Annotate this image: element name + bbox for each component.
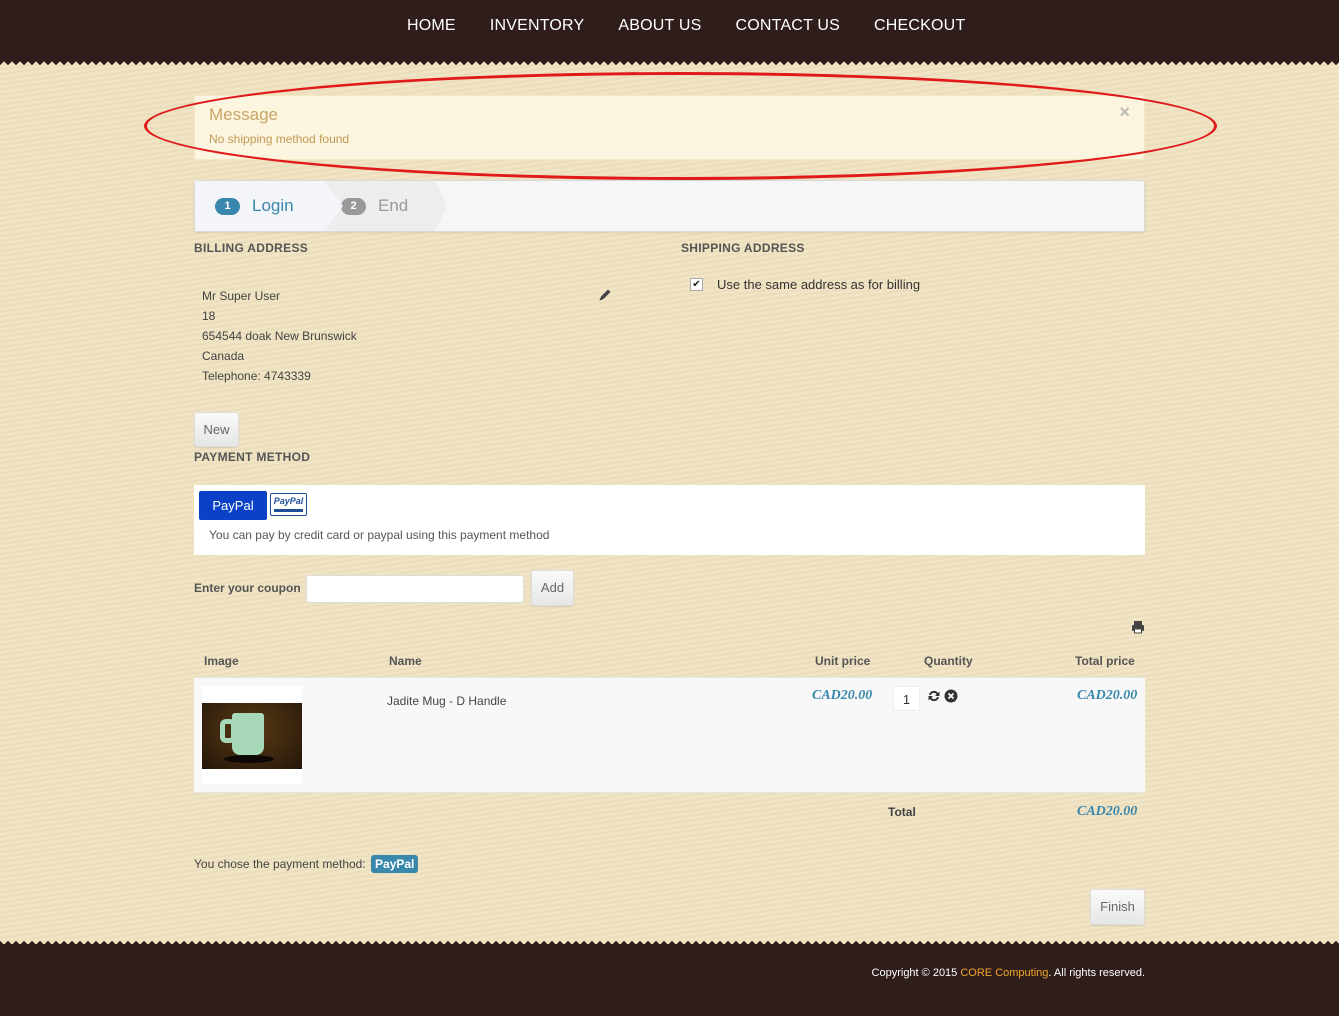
paypal-button[interactable]: PayPal — [199, 491, 267, 520]
billing-line: Telephone: 4743339 — [202, 369, 311, 383]
shipping-address-title: SHIPPING ADDRESS — [681, 241, 805, 255]
header-image: Image — [204, 654, 239, 668]
refresh-icon[interactable] — [927, 689, 941, 703]
billing-address-title: BILLING ADDRESS — [194, 241, 309, 255]
table-row: Jadite Mug - D Handle CAD20.00 1 CAD20.0… — [194, 677, 1145, 793]
add-coupon-button[interactable]: Add — [531, 570, 574, 606]
print-icon[interactable] — [1131, 620, 1145, 634]
total-value: CAD20.00 — [1077, 804, 1138, 819]
billing-address: Mr Super User 18 654544 doak New Brunswi… — [202, 286, 357, 386]
same-address-label: Use the same address as for billing — [717, 277, 921, 292]
finish-button[interactable]: Finish — [1090, 889, 1145, 925]
payment-summary: You chose the payment method: PayPal — [194, 855, 419, 873]
payment-method-badge: PayPal — [371, 855, 419, 873]
line-total-price: CAD20.00 — [1077, 688, 1138, 703]
nav-about-link[interactable]: ABOUT US — [601, 17, 718, 35]
nav-home-link[interactable]: HOME — [390, 17, 473, 35]
step-number: 2 — [341, 197, 366, 215]
payment-description: You can pay by credit card or paypal usi… — [209, 528, 550, 542]
copyright: Copyright © 2015 CORE Computing. All rig… — [872, 967, 1145, 979]
footer: Copyright © 2015 CORE Computing. All rig… — [0, 938, 1339, 1016]
header-quantity: Quantity — [924, 654, 973, 668]
product-name[interactable]: Jadite Mug - D Handle — [387, 694, 506, 708]
close-icon[interactable]: × — [1119, 102, 1130, 123]
billing-line: Canada — [202, 349, 245, 363]
header-unit-price: Unit price — [815, 654, 871, 668]
nav-checkout-link[interactable]: CHECKOUT — [857, 17, 982, 35]
message-alert: Message No shipping method found × — [194, 95, 1145, 160]
main-nav: HOME INVENTORY ABOUT US CONTACT US CHECK… — [390, 17, 982, 35]
payment-method-box: PayPal PayPal You can pay by credit card… — [194, 485, 1145, 555]
same-address-checkbox[interactable]: ✔ — [690, 278, 703, 291]
product-image-frame — [202, 686, 302, 784]
step-number: 1 — [215, 197, 240, 215]
coupon-input[interactable] — [306, 575, 524, 603]
step-login[interactable]: 1 Login — [195, 181, 343, 231]
same-address-option[interactable]: ✔ Use the same address as for billing — [690, 277, 920, 292]
coupon-label: Enter your coupon — [194, 581, 301, 595]
pencil-icon[interactable] — [597, 287, 613, 303]
payment-summary-text: You chose the payment method: — [194, 857, 366, 871]
header-total-price: Total price — [1075, 654, 1135, 668]
header-name: Name — [389, 654, 422, 668]
new-address-button[interactable]: New — [194, 412, 239, 447]
payment-method-title: PAYMENT METHOD — [194, 450, 311, 464]
checkout-steps: 2 End 1 Login — [194, 180, 1145, 232]
copyright-prefix: Copyright © 2015 — [871, 967, 961, 979]
nav-contact-link[interactable]: CONTACT US — [719, 17, 858, 35]
top-navbar: HOME INVENTORY ABOUT US CONTACT US CHECK… — [0, 0, 1339, 66]
step-label: End — [378, 196, 409, 215]
billing-line: 654544 doak New Brunswick — [202, 329, 357, 343]
step-label: Login — [252, 196, 294, 215]
paypal-logo-icon: PayPal — [270, 493, 307, 516]
copyright-suffix: . All rights reserved. — [1048, 967, 1145, 979]
brand-link[interactable]: CORE Computing — [960, 967, 1048, 979]
paypal-logo-text: PayPal — [273, 496, 304, 506]
unit-price: CAD20.00 — [812, 688, 873, 703]
remove-icon[interactable] — [944, 689, 958, 703]
billing-line: 18 — [202, 309, 216, 323]
total-label: Total — [888, 805, 916, 819]
message-title: Message — [209, 105, 278, 124]
billing-line: Mr Super User — [202, 289, 281, 303]
product-image[interactable] — [202, 703, 302, 769]
quantity-input[interactable]: 1 — [893, 686, 920, 711]
nav-inventory-link[interactable]: INVENTORY — [473, 17, 602, 35]
message-text: No shipping method found — [209, 132, 350, 146]
